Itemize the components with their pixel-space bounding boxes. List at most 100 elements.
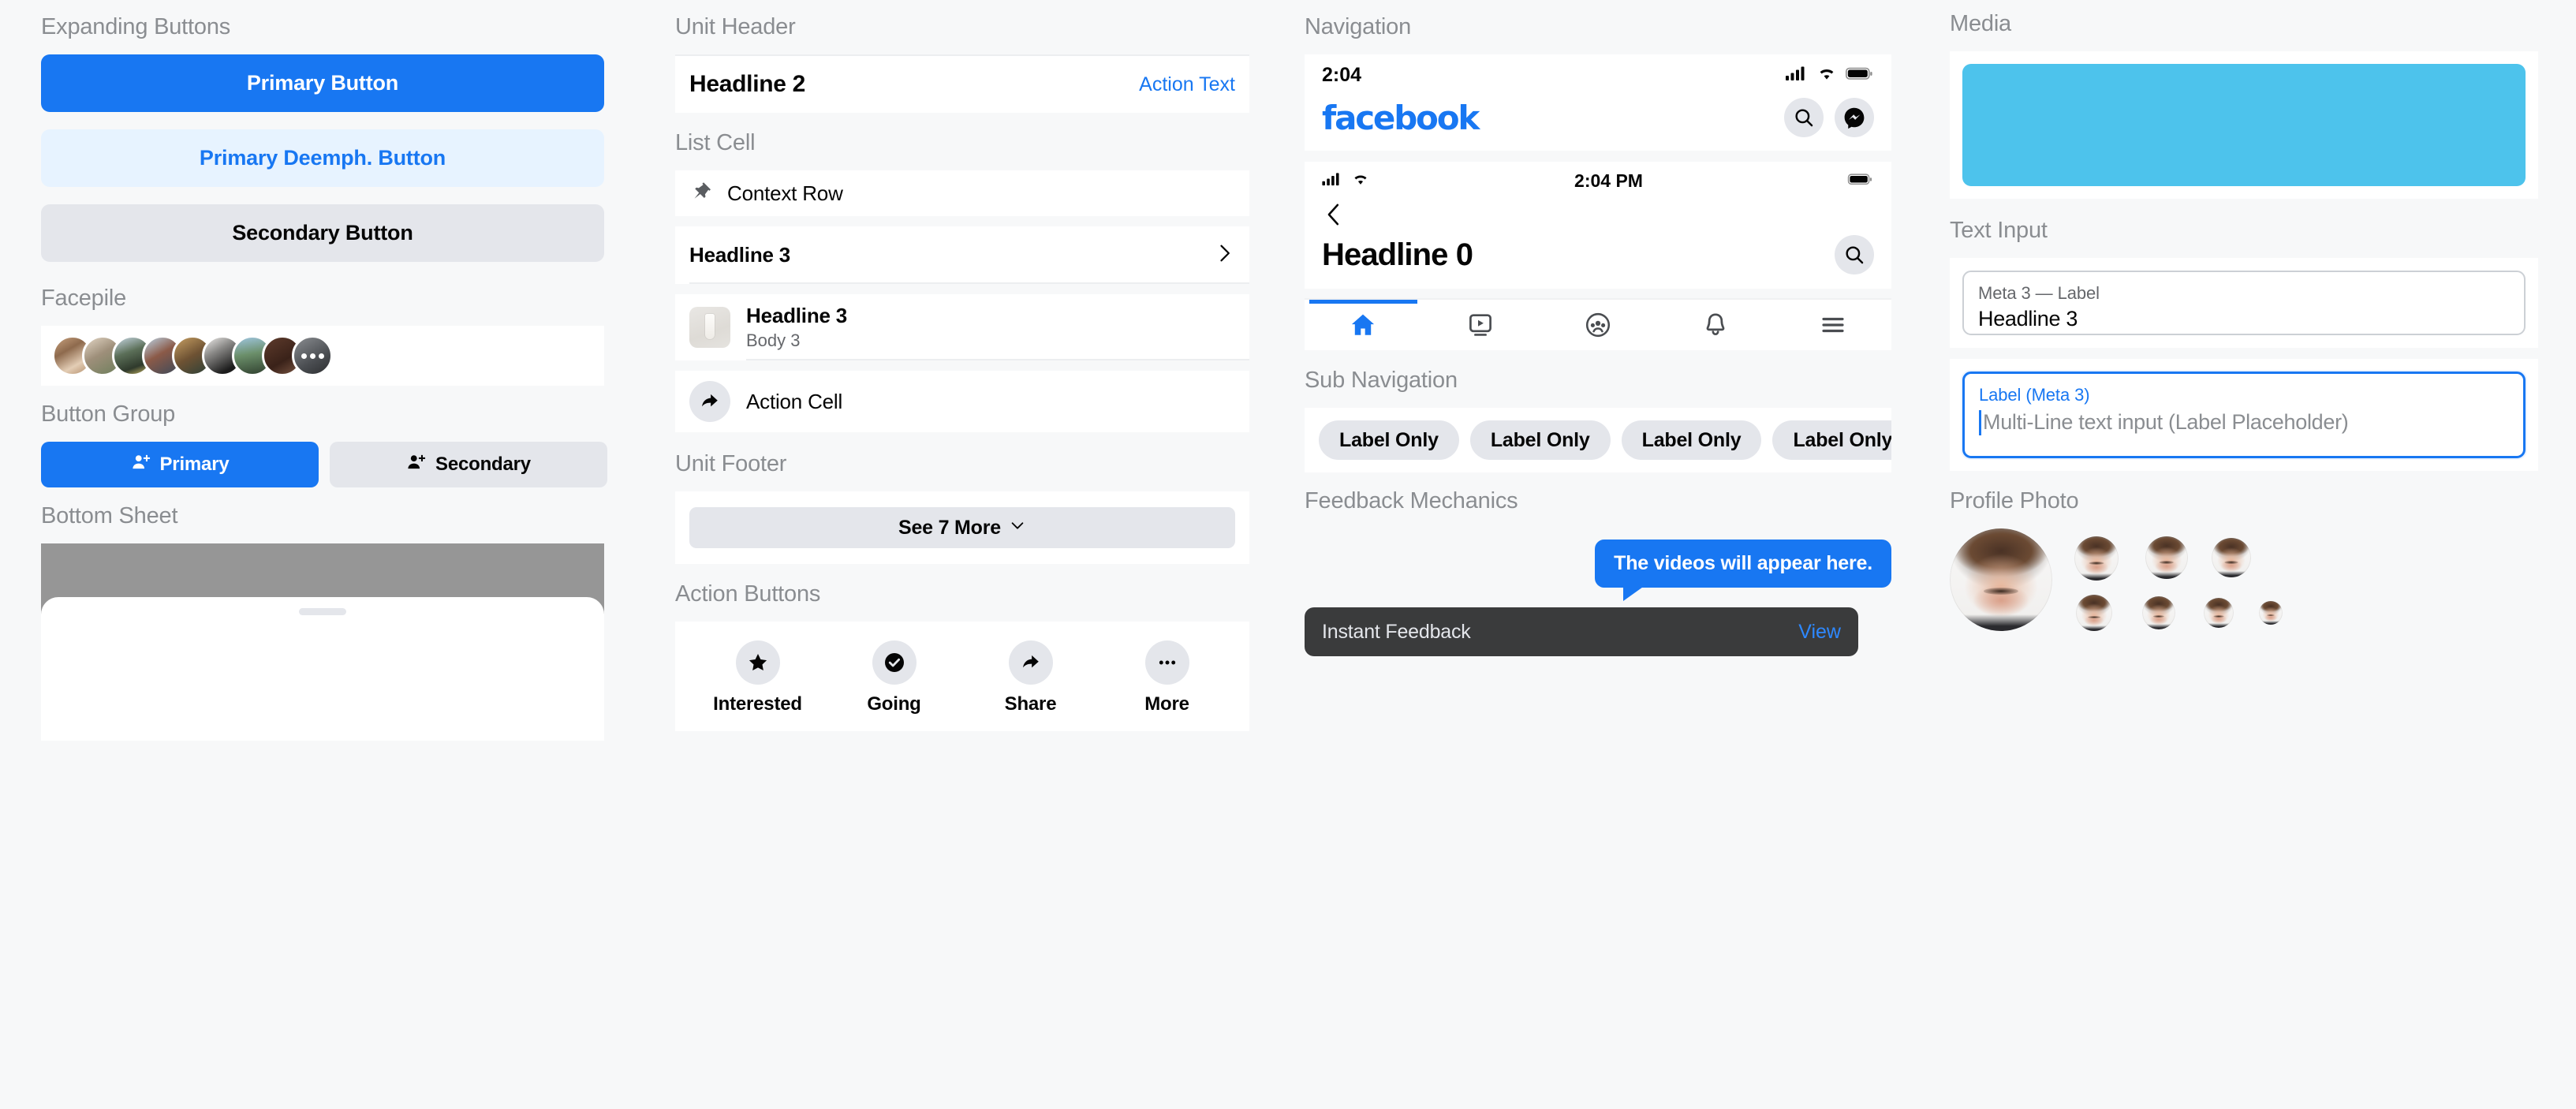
- wifi-icon: [1351, 172, 1370, 190]
- section-title-profile-photo: Profile Photo: [1950, 488, 2079, 513]
- component-gallery-board: Expanding Buttons Primary Button Primary…: [0, 0, 2576, 1109]
- column-unit-header: Unit Header Headline 2 Action Text List …: [644, 0, 1287, 1109]
- ellipsis-icon: [1144, 640, 1189, 685]
- share-icon: [689, 381, 730, 422]
- action-buttons-row: Interested Going Share More: [675, 622, 1249, 731]
- search-icon[interactable]: [1784, 98, 1824, 137]
- page-title: Headline 0: [1322, 237, 1473, 272]
- search-icon[interactable]: [1835, 235, 1874, 274]
- section-title-bottom-sheet: Bottom Sheet: [41, 503, 178, 528]
- secondary-button[interactable]: Secondary Button: [41, 204, 604, 262]
- action-button-label: Interested: [713, 693, 802, 715]
- text-area-focused[interactable]: Label (Meta 3) Multi-Line text input (La…: [1962, 372, 2526, 458]
- text-field-value: Headline 3: [1978, 307, 2078, 330]
- thumbnail-image: [689, 307, 730, 348]
- text-field-filled[interactable]: Meta 3 — Label Headline 3: [1962, 271, 2526, 335]
- action-buttons-card: Interested Going Share More: [675, 622, 1249, 731]
- profile-photo-medium[interactable]: [2076, 595, 2112, 631]
- button-group-primary[interactable]: Primary: [41, 442, 319, 487]
- sub-nav-pill[interactable]: Label Only: [1621, 420, 1762, 460]
- action-button-label: Going: [867, 693, 921, 715]
- list-cell-chevron-label: Headline 3: [689, 243, 791, 267]
- tab-notifications[interactable]: [1656, 300, 1774, 350]
- section-title-text-input: Text Input: [1950, 218, 2048, 243]
- profile-photo-large[interactable]: [2074, 536, 2119, 581]
- sub-navigation: Label Only Label Only Label Only Label O…: [1305, 408, 1891, 472]
- section-title-expanding-buttons: Expanding Buttons: [41, 14, 231, 39]
- tab-groups[interactable]: [1540, 300, 1657, 350]
- action-button-label: More: [1144, 693, 1189, 715]
- chevron-down-icon: [1009, 517, 1026, 540]
- bottom-sheet: [41, 543, 604, 741]
- facepile[interactable]: [52, 335, 333, 376]
- sub-nav-pill[interactable]: Label Only: [1469, 420, 1611, 460]
- section-title-media: Media: [1950, 11, 2011, 36]
- toast-instant-feedback: Instant Feedback View: [1305, 607, 1858, 656]
- button-group-primary-label: Primary: [159, 454, 230, 475]
- avatar-overflow[interactable]: [292, 335, 333, 376]
- star-icon: [735, 640, 780, 685]
- share-icon: [1008, 640, 1053, 685]
- section-title-button-group: Button Group: [41, 401, 176, 427]
- chevron-left-icon[interactable]: [1322, 204, 1346, 231]
- profile-photo-medium[interactable]: [2212, 538, 2251, 577]
- section-title-unit-header: Unit Header: [675, 14, 796, 39]
- media-placeholder[interactable]: [1962, 64, 2526, 186]
- facebook-logo[interactable]: facebook: [1322, 99, 1480, 137]
- sub-nav-pill[interactable]: Label Only: [1319, 420, 1459, 460]
- button-group-secondary-label: Secondary: [435, 454, 531, 475]
- toast-action-view[interactable]: View: [1798, 621, 1841, 644]
- column-expanding-buttons: Expanding Buttons Primary Button Primary…: [0, 0, 644, 1109]
- home-icon: [1352, 314, 1375, 335]
- button-group-secondary[interactable]: Secondary: [330, 442, 607, 487]
- sub-nav-pill[interactable]: Label Only: [1772, 420, 1891, 460]
- check-circle-icon: [872, 640, 917, 685]
- unit-footer: See 7 More: [675, 491, 1249, 564]
- facepile-card: [41, 326, 604, 386]
- profile-photo-large[interactable]: [2145, 536, 2188, 579]
- profile-photo-xsmall[interactable]: [2259, 601, 2283, 625]
- list-cell-action-row[interactable]: Action Cell: [675, 371, 1249, 432]
- status-bar-2-time: 2:04 PM: [1574, 170, 1643, 191]
- action-button-more[interactable]: More: [1099, 640, 1235, 715]
- see-more-button[interactable]: See 7 More: [689, 507, 1235, 548]
- tab-menu[interactable]: [1774, 300, 1891, 350]
- unit-header-headline: Headline 2: [689, 71, 806, 97]
- primary-button[interactable]: Primary Button: [41, 54, 604, 112]
- tab-home[interactable]: [1305, 300, 1422, 350]
- tab-watch[interactable]: [1422, 300, 1540, 350]
- divider: [746, 359, 1249, 360]
- bottom-sheet-panel: [41, 597, 604, 741]
- feedback-mechanics: The videos will appear here. Instant Fee…: [1305, 528, 1891, 663]
- action-button-share[interactable]: Share: [962, 640, 1099, 715]
- toast-message: Instant Feedback: [1322, 620, 1471, 643]
- list-cell-chevron-row[interactable]: Headline 3: [675, 226, 1249, 284]
- text-area-label: Label (Meta 3): [1979, 385, 2090, 405]
- facebook-top-bar: facebook: [1305, 91, 1891, 151]
- navigation-facebook-bar: 2:04 facebook: [1305, 54, 1891, 151]
- add-friend-icon: [131, 452, 151, 478]
- bottom-sheet-grabber[interactable]: [299, 608, 346, 615]
- section-title-sub-navigation: Sub Navigation: [1305, 368, 1458, 393]
- action-button-going[interactable]: Going: [826, 640, 962, 715]
- primary-deemphasized-button[interactable]: Primary Deemph. Button: [41, 129, 604, 187]
- list-cell-media-row[interactable]: Headline 3 Body 3: [675, 294, 1249, 360]
- profile-photo-small[interactable]: [2204, 598, 2234, 628]
- status-bar: 2:04: [1305, 54, 1891, 91]
- unit-header-action-link[interactable]: Action Text: [1139, 73, 1235, 96]
- action-button-label: Share: [1004, 693, 1057, 715]
- navigation-headline-bar: 2:04 PM Headline 0: [1305, 162, 1891, 289]
- wifi-icon: [1816, 65, 1837, 85]
- battery-icon: [1847, 172, 1874, 190]
- profile-photo-small[interactable]: [2142, 596, 2175, 629]
- unit-header: Headline 2 Action Text: [675, 54, 1249, 113]
- text-area-placeholder: Multi-Line text input (Label Placeholder…: [1983, 410, 2349, 434]
- messenger-icon[interactable]: [1835, 98, 1874, 137]
- action-button-interested[interactable]: Interested: [689, 640, 826, 715]
- profile-photo-xlarge[interactable]: [1950, 528, 2052, 631]
- list-cell-media-headline: Headline 3: [746, 304, 848, 327]
- list-cell-media-body: Body 3: [746, 330, 801, 350]
- list-cell-context-row[interactable]: Context Row: [675, 170, 1249, 216]
- add-friend-icon: [406, 452, 427, 478]
- cellular-icon: [1786, 65, 1808, 85]
